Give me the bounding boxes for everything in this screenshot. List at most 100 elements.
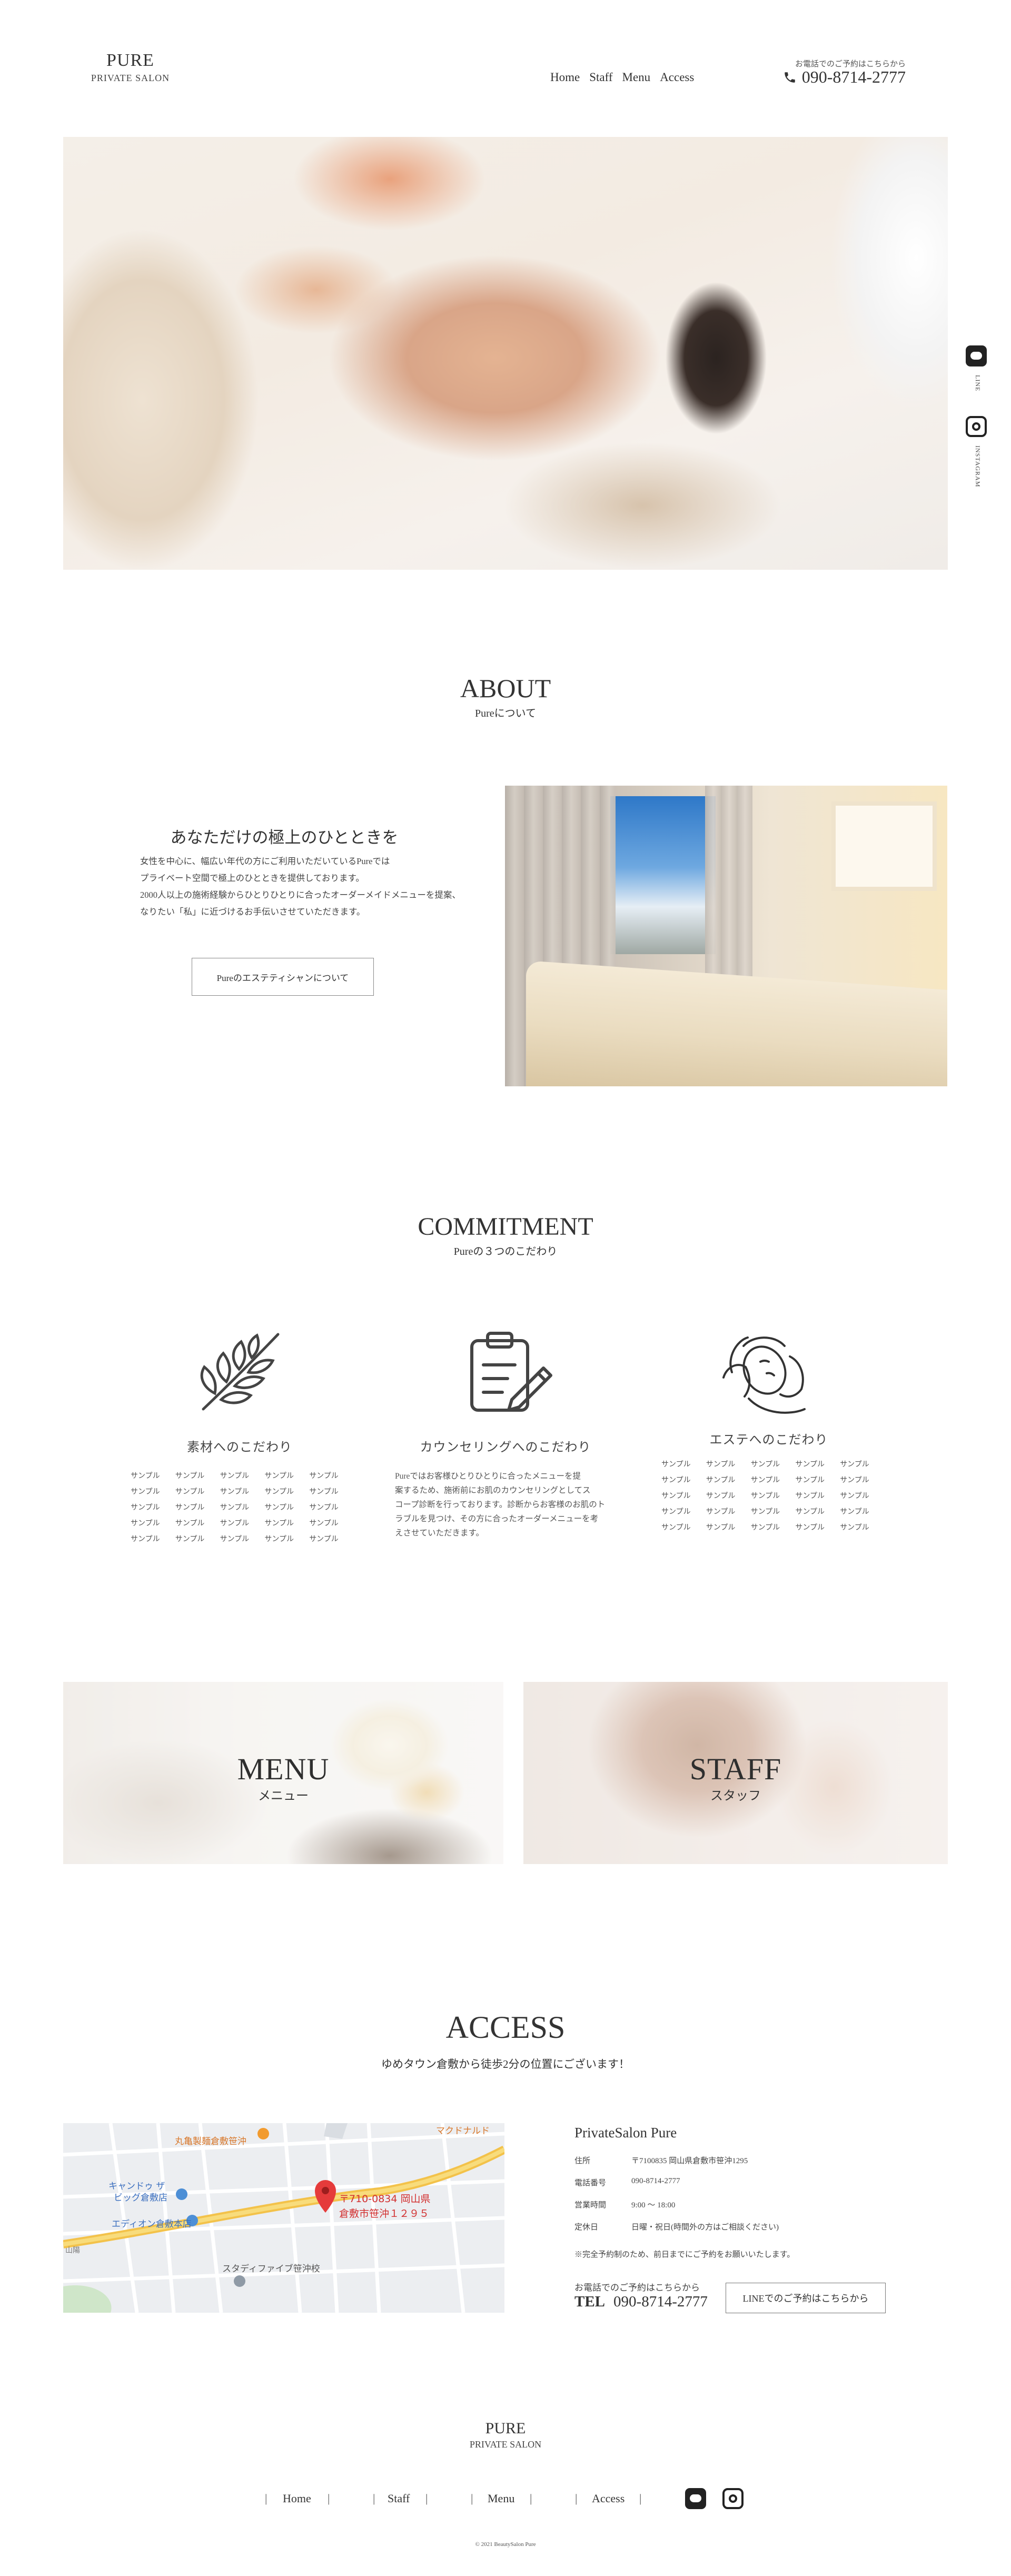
counseling-line: ラブルを見つけ、その方に合ったオーダーメニューを考 bbox=[395, 1514, 599, 1523]
footer-nav-menu[interactable]: Menu bbox=[488, 2492, 514, 2505]
map-label: スタディファイブ笹沖校 bbox=[222, 2263, 320, 2274]
sample-text: サンプル bbox=[750, 1524, 780, 1532]
map-label: ビッグ倉敷店 bbox=[114, 2193, 167, 2203]
sample-text: サンプル bbox=[175, 1535, 205, 1543]
footer-divider: | bbox=[265, 2492, 267, 2505]
sample-text: サンプル bbox=[795, 1461, 825, 1469]
sample-text: サンプル bbox=[795, 1477, 825, 1484]
sample-text: サンプル bbox=[840, 1492, 869, 1500]
sample-text-grid: サンプル サンプル サンプル サンプル サンプル サンプル サンプル サンプル サンプル サンプル… bbox=[661, 1459, 877, 1532]
tel-number[interactable]: 090-8714-2777 bbox=[613, 2293, 708, 2310]
salon-room-photo bbox=[505, 786, 947, 1086]
access-map[interactable]: 丸亀製麺倉敷笹沖 マクドナルド キャンドゥ ザ ビッグ倉敷店 エディオン倉敷本店… bbox=[63, 2123, 504, 2313]
sample-text: サンプル bbox=[840, 1524, 869, 1532]
about-line: プライベート空間で極上のひとときを提供しております。 bbox=[140, 873, 364, 883]
sample-text: サンプル bbox=[220, 1535, 250, 1543]
sample-text: サンプル bbox=[131, 1535, 160, 1543]
sample-text: サンプル bbox=[175, 1472, 205, 1480]
map-graphic[interactable]: 丸亀製麺倉敷笹沖 マクドナルド キャンドゥ ザ ビッグ倉敷店 エディオン倉敷本店… bbox=[63, 2123, 504, 2313]
nav-home[interactable]: Home bbox=[550, 71, 580, 84]
sample-text: サンプル bbox=[706, 1461, 736, 1469]
sample-text: サンプル bbox=[706, 1508, 736, 1516]
sample-text: サンプル bbox=[220, 1504, 250, 1512]
nav-staff[interactable]: Staff bbox=[589, 71, 612, 84]
sample-text: サンプル bbox=[131, 1504, 160, 1512]
footer-nav-home[interactable]: Home bbox=[283, 2492, 311, 2505]
sample-text: サンプル bbox=[264, 1504, 294, 1512]
map-label: 倉敷市笹沖１２９５ bbox=[339, 2208, 429, 2220]
nav-menu[interactable]: Menu bbox=[622, 71, 651, 84]
staff-tile[interactable]: STAFF スタッフ bbox=[523, 1682, 948, 1864]
footer-instagram-icon[interactable] bbox=[722, 2488, 744, 2509]
logo[interactable]: PURE bbox=[84, 51, 176, 71]
sample-text: サンプル bbox=[131, 1520, 160, 1528]
footer-nav-staff[interactable]: Staff bbox=[388, 2492, 410, 2505]
counseling-line: コープ診断を行っております。診断からお客様のお肌のト bbox=[395, 1500, 606, 1509]
instagram-icon[interactable] bbox=[966, 416, 987, 437]
phone-icon bbox=[784, 72, 795, 83]
commitment-item-title: 素材へのこだわり bbox=[187, 1441, 292, 1454]
sample-text: サンプル bbox=[795, 1524, 825, 1532]
sample-text: サンプル bbox=[840, 1508, 869, 1516]
info-value: 090-8714-2777 bbox=[631, 2177, 680, 2185]
staff-tile-subtitle: スタッフ bbox=[710, 1789, 761, 1803]
tel-line[interactable]: TEL 090-8714-2777 bbox=[574, 2293, 708, 2311]
info-key: 住所 bbox=[574, 2157, 591, 2165]
map-label: エディオン倉敷本店 bbox=[112, 2218, 192, 2230]
esthetician-button[interactable]: Pureのエステティシャンについて bbox=[192, 958, 374, 996]
sample-text: サンプル bbox=[175, 1504, 205, 1512]
info-row-address: 住所 〒7100835 岡山県倉敷市笹沖1295 bbox=[574, 2155, 748, 2166]
sample-text: サンプル bbox=[661, 1477, 691, 1484]
info-key: 営業時間 bbox=[574, 2201, 607, 2210]
menu-tile[interactable]: MENU メニュー bbox=[63, 1682, 503, 1864]
menu-tile-subtitle: メニュー bbox=[258, 1789, 309, 1803]
footer-nav-access[interactable]: Access bbox=[592, 2492, 625, 2505]
sample-text: サンプル bbox=[840, 1461, 869, 1469]
about-text: 女性を中心に、幅広い年代の方にご利用いただいているPureでは プライベート空間… bbox=[140, 853, 477, 920]
info-row-phone: 電話番号 090-8714-2777 bbox=[574, 2177, 680, 2188]
salon-name: PrivateSalon Pure bbox=[574, 2125, 677, 2141]
copyright: © 2021 BeautySalon Pure bbox=[475, 2541, 536, 2548]
hero-image bbox=[63, 137, 948, 570]
sample-text: サンプル bbox=[131, 1472, 160, 1480]
about-line: なりたい「私」に近づけるお手伝いさせていただきます。 bbox=[140, 907, 365, 917]
tel-note: お電話でのご予約はこちらから bbox=[574, 2283, 700, 2293]
info-row-holiday: 定休日 日曜・祝日(時間外の方はご相談ください) bbox=[574, 2221, 779, 2232]
line-reservation-button[interactable]: LINEでのご予約はこちらから bbox=[726, 2283, 886, 2313]
footer-divider: | bbox=[575, 2492, 578, 2505]
header-phone-number[interactable]: 090-8714-2777 bbox=[802, 67, 906, 87]
commitment-title: COMMITMENT bbox=[418, 1213, 593, 1241]
line-icon[interactable] bbox=[966, 345, 987, 366]
about-title: ABOUT bbox=[460, 673, 551, 703]
sample-text: サンプル bbox=[264, 1472, 294, 1480]
facial-care-icon bbox=[716, 1325, 806, 1414]
footer-logo[interactable]: PURE bbox=[453, 2420, 558, 2438]
sample-text: サンプル bbox=[309, 1535, 339, 1543]
sample-text: サンプル bbox=[131, 1488, 160, 1496]
footer-divider: | bbox=[639, 2492, 642, 2505]
sample-text: サンプル bbox=[220, 1488, 250, 1496]
sample-text: サンプル bbox=[175, 1520, 205, 1528]
reservation-note: ※完全予約制のため、前日までにご予約をお願いいたします。 bbox=[574, 2251, 795, 2259]
counseling-line: えさせていただきます。 bbox=[395, 1529, 484, 1538]
about-subtitle: Pureについて bbox=[474, 708, 537, 719]
sample-text: サンプル bbox=[795, 1492, 825, 1500]
counseling-line: 案するため、施術前にお肌のカウンセリングとしてス bbox=[395, 1486, 591, 1495]
instagram-label: INSTAGRAM bbox=[974, 445, 982, 488]
sample-text: サンプル bbox=[309, 1520, 339, 1528]
staff-tile-title: STAFF bbox=[689, 1752, 782, 1786]
sample-text: サンプル bbox=[750, 1477, 780, 1484]
info-row-hours: 営業時間 9:00 〜 18:00 bbox=[574, 2199, 675, 2210]
nav-access[interactable]: Access bbox=[660, 71, 694, 84]
header-phone[interactable]: 090-8714-2777 bbox=[766, 67, 906, 87]
map-label: キャンドゥ ザ bbox=[108, 2181, 165, 2192]
footer-divider: | bbox=[530, 2492, 532, 2505]
map-label: 〒710-0834 岡山県 bbox=[339, 2193, 431, 2205]
sample-text: サンプル bbox=[220, 1472, 250, 1480]
footer-divider: | bbox=[425, 2492, 428, 2505]
sample-text: サンプル bbox=[750, 1508, 780, 1516]
map-label: マクドナルド bbox=[436, 2126, 490, 2136]
map-label: 丸亀製麺倉敷笹沖 bbox=[175, 2136, 246, 2147]
counseling-line: Pureではお客様ひとりひとりに合ったメニューを提 bbox=[395, 1472, 581, 1481]
footer-line-icon[interactable] bbox=[685, 2488, 706, 2509]
